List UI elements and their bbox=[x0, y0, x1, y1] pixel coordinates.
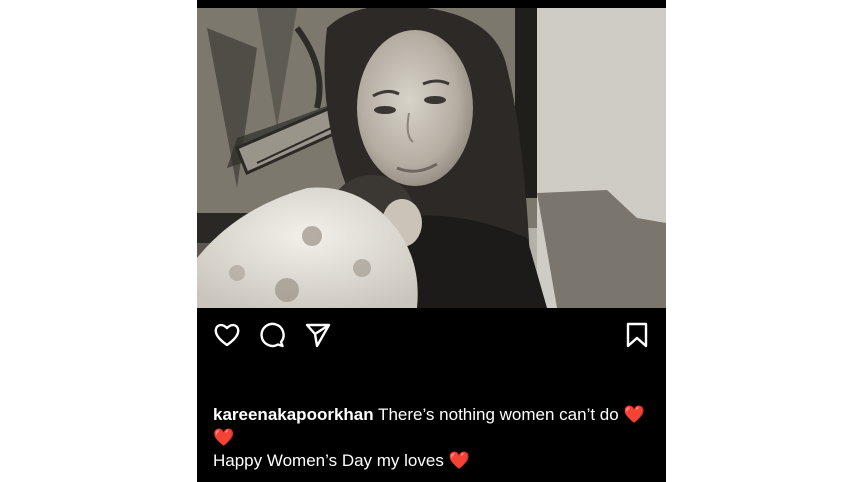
post-photo[interactable] bbox=[197, 8, 666, 308]
photo-image bbox=[197, 8, 666, 308]
caption-line2-text: Happy Women’s Day my loves bbox=[213, 451, 449, 470]
red-heart-emoji: ❤️ bbox=[213, 428, 235, 447]
paper-plane-icon[interactable] bbox=[304, 321, 332, 349]
caption-line1-text: There’s nothing women can’t do bbox=[373, 405, 624, 424]
post-actions bbox=[197, 308, 666, 360]
bookmark-icon[interactable] bbox=[623, 321, 651, 349]
heart-outline-icon[interactable] bbox=[213, 321, 241, 349]
red-heart-emoji: ❤️ bbox=[623, 405, 645, 424]
instagram-post: kareenakapoorkhan There’s nothing women … bbox=[197, 0, 666, 482]
post-caption: kareenakapoorkhan There’s nothing women … bbox=[213, 403, 653, 472]
caption-username[interactable]: kareenakapoorkhan bbox=[213, 405, 374, 424]
red-heart-emoji: ❤️ bbox=[448, 451, 470, 470]
top-bar bbox=[197, 0, 666, 8]
comment-bubble-icon[interactable] bbox=[258, 321, 286, 349]
